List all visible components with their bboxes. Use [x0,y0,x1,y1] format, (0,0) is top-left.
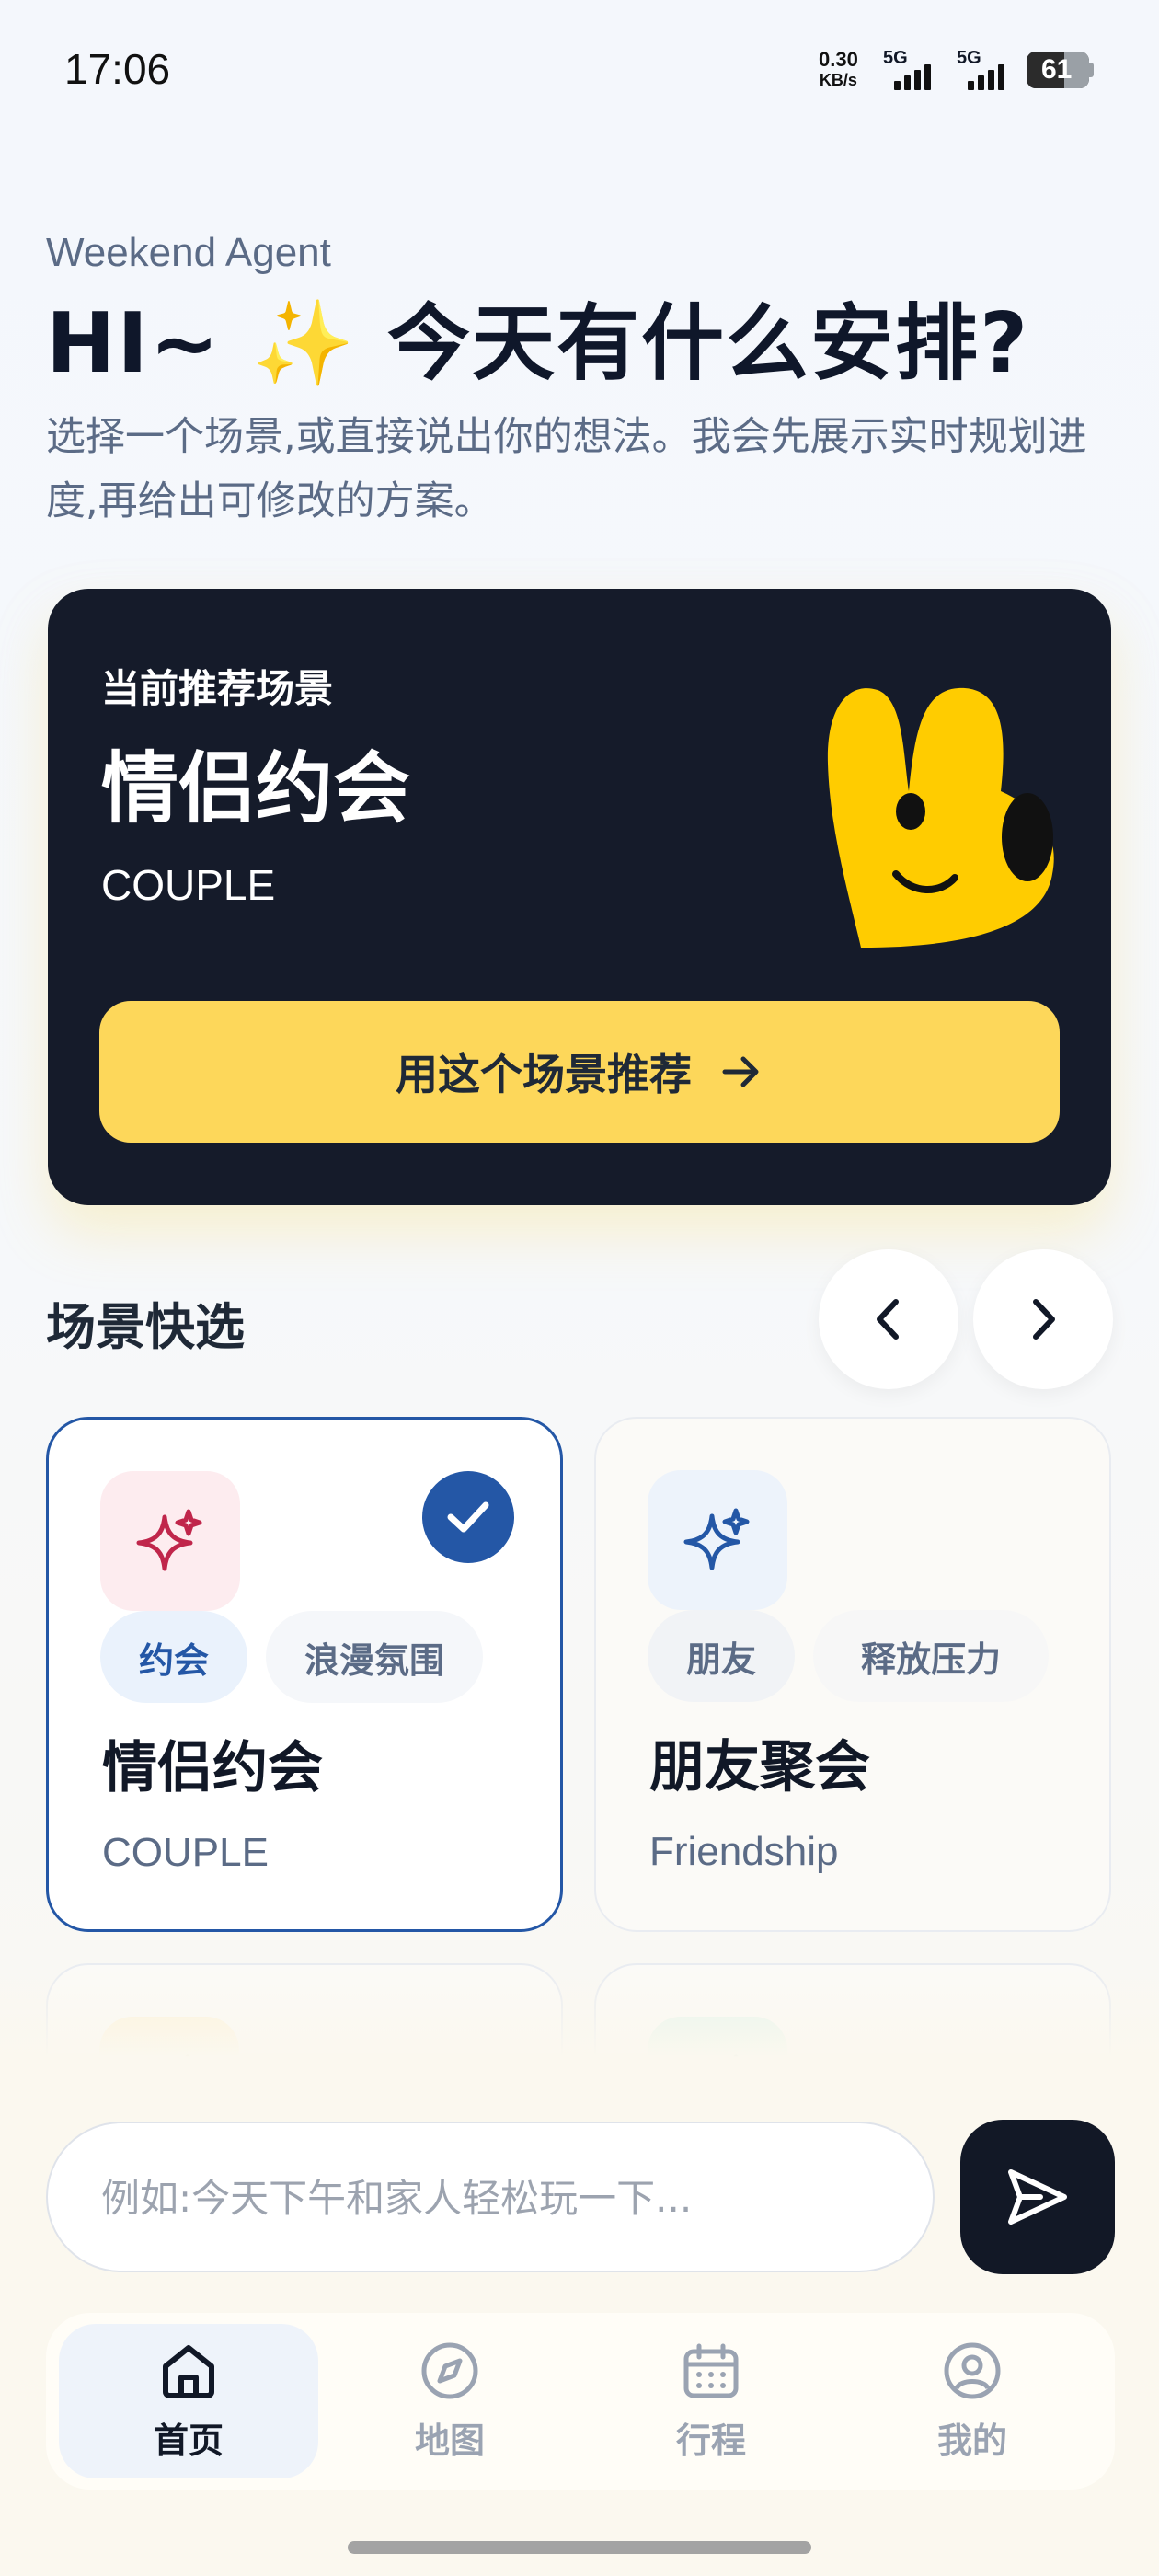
battery-icon: 61 [1027,52,1089,88]
battery-level: 61 [1041,54,1073,85]
tab-itinerary[interactable]: 行程 [581,2324,841,2478]
recommended-scene-card: 当前推荐场景 情侣约会 COUPLE 用这个场景推荐 [48,589,1111,1205]
send-button[interactable] [960,2120,1115,2274]
signal-icon: 5G [883,48,947,94]
battery-tip [1089,63,1094,77]
prev-button[interactable] [819,1249,958,1389]
next-button[interactable] [973,1249,1113,1389]
mascot-icon [827,687,1054,948]
use-scene-button[interactable]: 用这个场景推荐 [99,1001,1060,1143]
page-title: HI~ ✨ 今天有什么安排? [46,295,1030,392]
tab-profile[interactable]: 我的 [843,2324,1102,2478]
send-icon [1008,2169,1067,2225]
scene-icon-tile [648,1470,787,1610]
hero-subtitle: COUPLE [101,861,276,909]
tab-map[interactable]: 地图 [320,2324,580,2478]
bottom-tab-bar: 首页 地图 行程 我的 [46,2313,1115,2490]
chevron-right-icon [1033,1299,1055,1340]
home-indicator [348,2541,811,2554]
tab-label: 我的 [936,2420,1007,2461]
scene-name-en: COUPLE [102,1830,269,1875]
profile-icon [944,2342,1001,2398]
selected-check-icon [422,1471,514,1563]
signal-icon: 5G [957,48,1021,94]
home-icon [163,2344,214,2398]
quick-select-title: 场景快选 [46,1298,245,1356]
scene-tag: 朋友 [648,1610,795,1702]
scene-tag: 约会 [100,1611,247,1703]
message-input[interactable] [99,2160,894,2236]
network-speed-value: 0.30 [819,48,858,71]
scene-name: 朋友聚会 [649,1735,870,1800]
hero-title: 情侣约会 [101,743,411,834]
tab-label: 行程 [675,2420,746,2461]
network-speed: 0.30 KB/s [819,50,858,90]
calendar-icon [683,2343,739,2398]
tab-home[interactable]: 首页 [59,2324,318,2478]
compass-icon [421,2342,478,2398]
sparkle-icon [136,1509,202,1571]
scene-card-couple[interactable]: 约会 浪漫氛围 情侣约会 COUPLE [46,1417,563,1932]
use-scene-button-label: 用这个场景推荐 [396,1050,692,1099]
scene-tag: 释放压力 [813,1610,1049,1702]
status-time: 17:06 [64,45,171,93]
chevron-left-icon [877,1299,899,1340]
hero-kicker: 当前推荐场景 [101,666,334,711]
app-label: Weekend Agent [46,230,331,275]
scene-card-friends[interactable]: 朋友 释放压力 朋友聚会 Friendship [594,1417,1111,1932]
sparkle-icon [683,1508,750,1570]
scroll-fade [0,1969,1159,2079]
scene-name: 情侣约会 [102,1736,323,1800]
scene-tag: 浪漫氛围 [266,1611,483,1703]
message-input-container[interactable] [46,2122,935,2272]
scene-name-en: Friendship [649,1829,839,1874]
page-subtitle: 选择一个场景,或直接说出你的想法。我会先展示实时规划进度,再给出可修改的方案。 [46,414,1087,524]
tab-label: 地图 [414,2420,485,2461]
tab-label: 首页 [153,2420,224,2461]
arrow-right-icon [722,1056,759,1087]
scene-icon-tile [100,1471,240,1611]
network-speed-unit: KB/s [819,71,857,89]
